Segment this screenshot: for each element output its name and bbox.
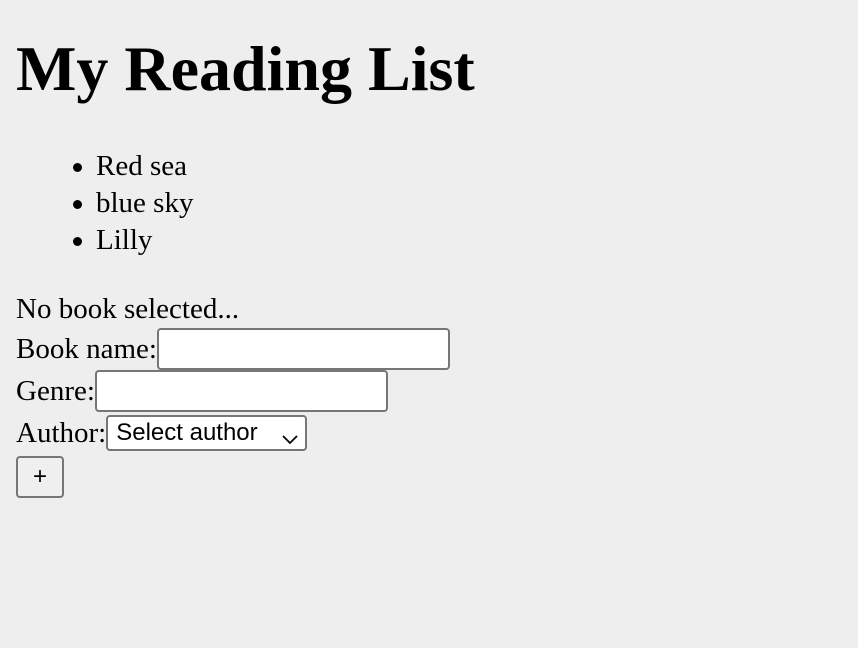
book-details-status: No book selected...: [16, 293, 240, 325]
book-list-item[interactable]: blue sky: [73, 185, 194, 222]
author-select-value: Select author: [116, 419, 258, 446]
book-list-item[interactable]: Red sea: [73, 148, 193, 185]
bullet-icon: [73, 163, 82, 172]
book-name-label: Book name:: [16, 333, 157, 365]
add-book-form: No book selected... Book name: Genre: Au…: [16, 290, 842, 498]
add-book-button[interactable]: +: [16, 456, 64, 498]
genre-input[interactable]: [94, 370, 388, 412]
chevron-down-icon: [281, 426, 299, 445]
book-name-row: Book name:: [16, 328, 842, 370]
author-select[interactable]: Select author: [106, 415, 308, 451]
page-title: My Reading List: [16, 33, 475, 104]
bullet-icon: [73, 200, 82, 209]
bullet-icon: [73, 237, 82, 246]
book-list-item[interactable]: Lilly: [73, 222, 193, 259]
genre-label: Genre:: [16, 375, 95, 407]
page-container: My Reading List Red sea blue sky Lilly N…: [16, 0, 842, 498]
book-title: blue sky: [96, 187, 194, 219]
genre-row: Genre:: [16, 370, 842, 412]
book-name-input[interactable]: [156, 328, 450, 370]
book-list: Red sea blue sky Lilly: [73, 148, 194, 259]
book-title: Red sea: [96, 150, 187, 182]
book-title: Lilly: [96, 224, 153, 256]
author-row: Author: Select author: [16, 412, 842, 454]
author-label: Author:: [16, 417, 107, 449]
